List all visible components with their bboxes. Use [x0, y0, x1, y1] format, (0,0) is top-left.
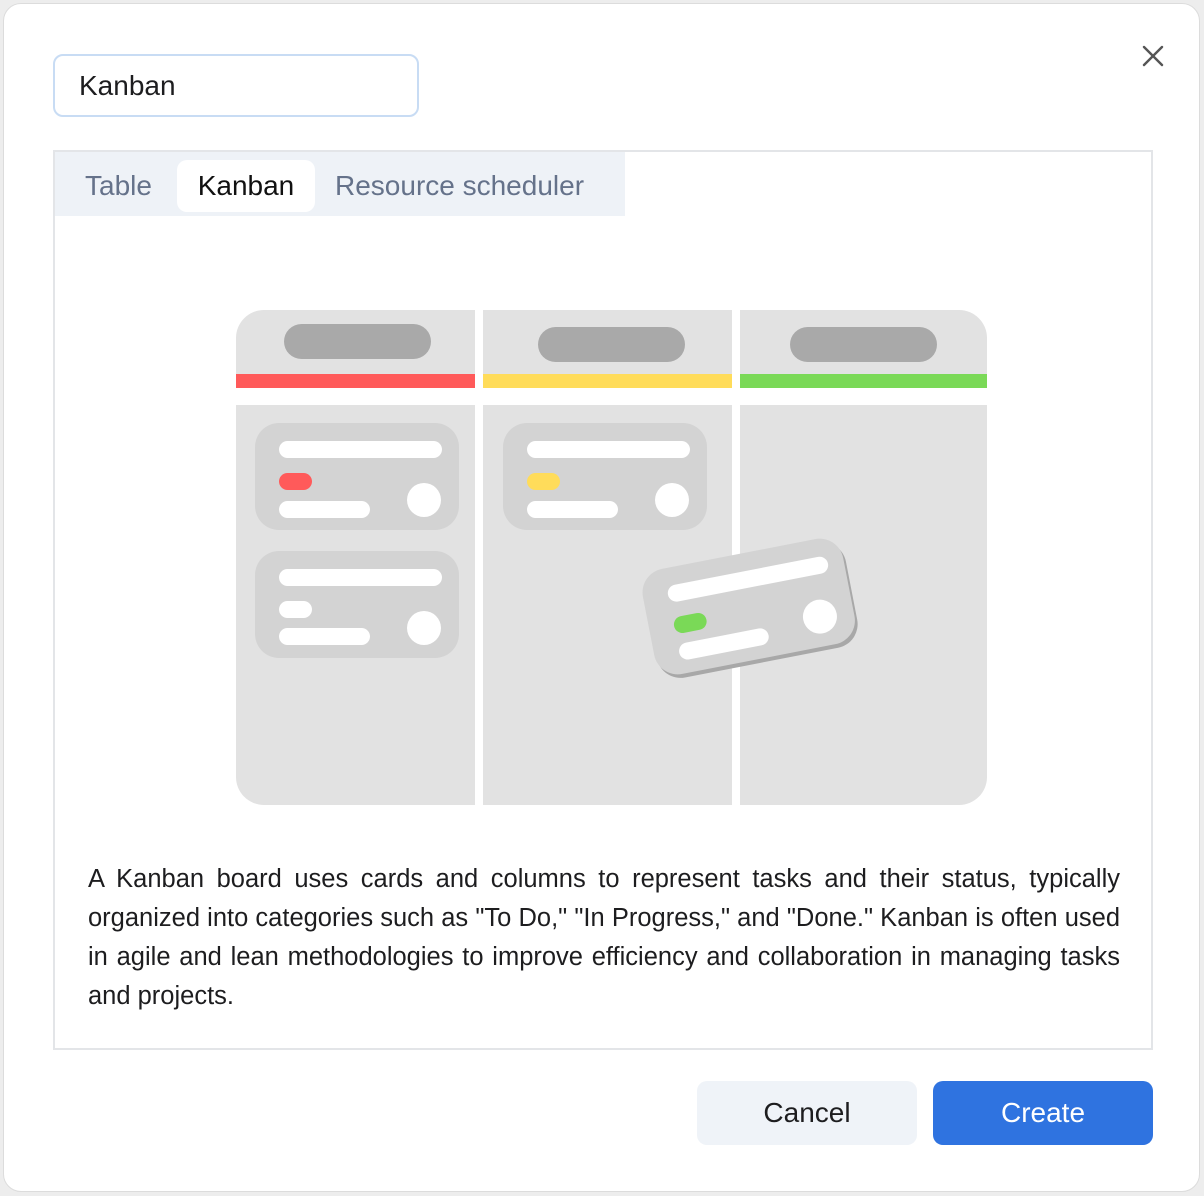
create-view-dialog: Table Kanban Resource scheduler	[3, 3, 1200, 1192]
column-done-bar	[740, 374, 987, 388]
task-card	[255, 551, 459, 658]
tab-resource-scheduler[interactable]: Resource scheduler	[335, 160, 584, 212]
column-header-pill	[790, 327, 937, 362]
view-description: A Kanban board uses cards and columns to…	[88, 865, 1120, 1010]
view-name-input[interactable]	[53, 54, 419, 117]
tab-table[interactable]: Table	[85, 160, 152, 212]
view-type-panel: Table Kanban Resource scheduler A Kanban…	[53, 150, 1153, 1050]
tab-kanban[interactable]: Kanban	[177, 160, 315, 212]
create-button[interactable]: Create	[933, 1081, 1153, 1145]
cancel-button[interactable]: Cancel	[697, 1081, 917, 1145]
kanban-illustration	[236, 310, 987, 805]
column-header-pill	[538, 327, 685, 362]
column-todo-bar	[236, 374, 475, 388]
column-in-progress-bar	[483, 374, 732, 388]
view-type-tabs: Table Kanban Resource scheduler	[55, 152, 625, 216]
close-button[interactable]	[1137, 40, 1169, 72]
task-card	[255, 423, 459, 530]
column-header-pill	[284, 324, 431, 359]
task-card	[503, 423, 707, 530]
close-icon	[1142, 45, 1164, 67]
